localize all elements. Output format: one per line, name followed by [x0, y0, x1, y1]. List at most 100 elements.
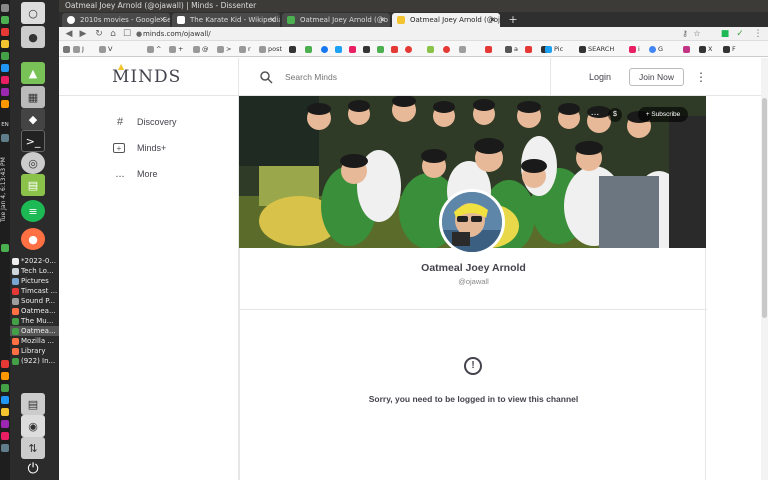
bookmark-item[interactable]: post	[259, 44, 282, 54]
search-icon[interactable]	[259, 70, 273, 84]
taskbar-item-active[interactable]: Oatmea...	[10, 326, 59, 336]
bookmark-item[interactable]: >	[217, 44, 231, 54]
bookmark-item[interactable]: i	[629, 44, 640, 54]
taskbar-item[interactable]: Library	[10, 346, 59, 356]
chef-icon[interactable]: ○	[21, 2, 45, 24]
clock[interactable]: Tue Jan 4, 6:13:43 PM	[0, 150, 10, 230]
sidebar-item-discovery[interactable]: # Discovery	[113, 114, 177, 130]
camera-icon[interactable]: ◉	[21, 415, 45, 437]
tray-icon[interactable]	[1, 76, 9, 84]
join-now-button[interactable]: Join Now	[629, 68, 684, 86]
tray-icon[interactable]	[1, 360, 9, 368]
bookmark-item[interactable]: F	[723, 44, 736, 54]
tray-icon[interactable]	[1, 88, 9, 96]
bookmark-item[interactable]: G	[649, 44, 663, 54]
tab-google[interactable]: 2010s movies - Google Sea ×	[62, 13, 170, 27]
taskbar-item[interactable]: Pictures	[10, 276, 59, 286]
more-menu-icon[interactable]: ⋮	[695, 68, 707, 86]
building-icon[interactable]: ▦	[21, 86, 45, 108]
bookmark-item[interactable]: a	[505, 44, 518, 54]
close-icon[interactable]: ×	[159, 13, 166, 27]
tab-minds-active[interactable]: Oatmeal Joey Arnold (@oj ×	[392, 13, 500, 27]
tray-icon[interactable]	[1, 444, 9, 452]
close-icon[interactable]: ×	[489, 13, 496, 27]
close-icon[interactable]: ×	[269, 13, 276, 27]
sidebar-item-more[interactable]: ... More	[113, 166, 157, 182]
reload-icon[interactable]: ↻	[93, 27, 105, 41]
bookmark-item[interactable]	[525, 44, 534, 54]
bookmark-item[interactable]	[427, 44, 436, 54]
back-icon[interactable]: ◀	[63, 27, 75, 41]
tab-wikipedia[interactable]: The Karate Kid - Wikipedia ×	[172, 13, 280, 27]
bookmark-item[interactable]: ^	[147, 44, 161, 54]
bookmark-icon[interactable]: ☐	[121, 27, 133, 41]
tray-icon[interactable]	[1, 4, 9, 12]
bookmark-item[interactable]	[459, 44, 468, 54]
new-tab-button[interactable]: +	[506, 12, 520, 27]
address-bar[interactable]: minds.com/ojawall/	[143, 29, 211, 39]
bookmark-item[interactable]: +	[169, 44, 183, 54]
tray-icon[interactable]	[1, 372, 9, 380]
bookmark-item[interactable]	[321, 44, 330, 54]
bookmark-item[interactable]	[349, 44, 358, 54]
taskbar-item[interactable]: Mozilla ...	[10, 336, 59, 346]
tray-icon[interactable]	[1, 16, 9, 24]
sidebar-item-minds-plus[interactable]: + Minds+	[113, 140, 166, 156]
tray-icon[interactable]	[1, 40, 9, 48]
bookmark-item[interactable]: J	[73, 44, 84, 54]
taskbar-item[interactable]: Tech Lo...	[10, 266, 59, 276]
power-icon[interactable]: ⏻	[21, 458, 45, 480]
key-icon[interactable]: ⚷	[679, 27, 691, 41]
volume-icon[interactable]	[1, 134, 9, 142]
bookmark-item[interactable]	[391, 44, 400, 54]
forward-icon[interactable]: ▶	[77, 27, 89, 41]
terminal-icon[interactable]: >_	[21, 130, 45, 152]
bookmark-item[interactable]: r	[239, 44, 251, 54]
bookmark-item[interactable]: @	[193, 44, 209, 54]
tray-icon[interactable]	[1, 28, 9, 36]
bookmark-item[interactable]: SEARCH	[579, 44, 614, 54]
taskbar-item[interactable]: Sound P...	[10, 296, 59, 306]
bookmark-item[interactable]	[305, 44, 314, 54]
tray-icon[interactable]	[1, 396, 9, 404]
bookmark-item[interactable]	[405, 44, 414, 54]
minds-logo[interactable]: ▲ MINDS	[112, 61, 181, 87]
bookmark-item[interactable]: V	[99, 44, 112, 54]
tab-minds-1[interactable]: Oatmeal Joey Arnold (@o ×	[282, 13, 390, 27]
archive-icon[interactable]: ▤	[21, 174, 45, 196]
bookmark-item[interactable]	[363, 44, 372, 54]
tip-button[interactable]: $	[608, 108, 622, 122]
android-icon[interactable]: ▲	[21, 62, 45, 84]
lock-icon[interactable]: ●	[21, 26, 45, 48]
bookmark-item[interactable]: X	[699, 44, 712, 54]
extension-icon[interactable]: ✓	[734, 27, 746, 41]
bookmark-item[interactable]	[485, 44, 494, 54]
tray-icon[interactable]	[1, 244, 9, 252]
bookmark-item[interactable]	[289, 44, 298, 54]
avatar[interactable]	[439, 189, 505, 255]
scrollbar-thumb[interactable]	[762, 98, 767, 318]
taskbar-item[interactable]: *2022-0...	[10, 256, 59, 266]
network-icon[interactable]: ◎	[21, 152, 45, 174]
taskbar-item[interactable]: The Mu...	[10, 316, 59, 326]
extension-icon[interactable]: ■	[719, 27, 731, 41]
tray-icon[interactable]	[1, 52, 9, 60]
taskbar-item[interactable]: Oatmea...	[10, 306, 59, 316]
tray-icon[interactable]	[1, 432, 9, 440]
spotify-icon[interactable]: ≡	[21, 200, 45, 222]
bookmark-item[interactable]	[63, 44, 72, 54]
bookmark-item[interactable]	[377, 44, 386, 54]
bookmark-item[interactable]	[335, 44, 344, 54]
tray-icon[interactable]	[1, 420, 9, 428]
taskbar-item[interactable]: Timcast ...	[10, 286, 59, 296]
tray-icon[interactable]	[1, 100, 9, 108]
tray-icon[interactable]	[1, 64, 9, 72]
page-scrollbar[interactable]	[761, 58, 768, 480]
bookmark-item[interactable]	[443, 44, 452, 54]
close-icon[interactable]: ×	[379, 13, 386, 27]
login-button[interactable]: Login	[589, 68, 611, 86]
subscribe-button[interactable]: + Subscribe	[638, 107, 688, 122]
bookmark-item[interactable]: Pic	[545, 44, 563, 54]
menu-icon[interactable]: ⋮	[752, 27, 764, 41]
bookmark-item[interactable]	[683, 44, 692, 54]
